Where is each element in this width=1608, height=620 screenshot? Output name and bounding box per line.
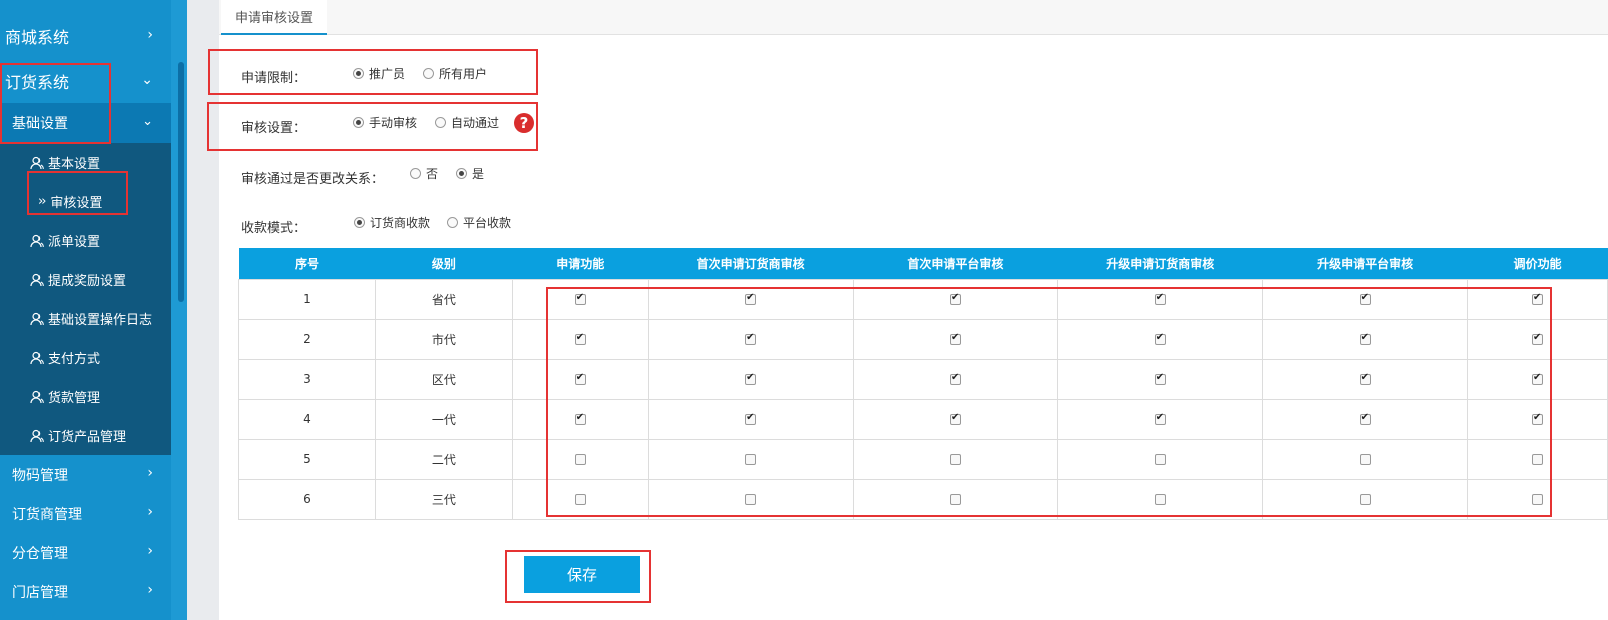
radio-button[interactable]: [447, 217, 458, 228]
sidebar-item-label: 提成奖励设置: [48, 274, 127, 289]
highlight-box: [505, 550, 651, 603]
chevron-right-icon: ›: [147, 582, 153, 598]
level-cell: 二代: [374, 438, 513, 480]
user-icon: [30, 312, 44, 325]
user-icon: [30, 429, 44, 442]
table-header-row: 序号 级别 申请功能 首次申请订货商审核 首次申请平台审核 升级申请订货商审核 …: [238, 248, 1608, 279]
chevron-right-icon: ›: [147, 504, 153, 520]
radio-button[interactable]: [354, 217, 365, 228]
nav-item-store-management[interactable]: 门店管理 ›: [0, 572, 171, 611]
user-icon: [30, 390, 44, 403]
nav-item-label: 分仓管理: [12, 545, 68, 562]
nav-item-label: 商城系统: [5, 28, 70, 47]
user-icon: [30, 273, 44, 286]
sidebar-item-payment[interactable]: 支付方式: [0, 338, 171, 377]
column-header: 首次申请平台审核: [853, 248, 1058, 279]
nav-item-label: 门店管理: [12, 584, 68, 601]
user-icon: [30, 351, 44, 364]
nav-item-mall-system[interactable]: 商城系统 ›: [0, 14, 171, 58]
change-relation-label: 审核通过是否更改关系：: [241, 172, 385, 187]
sidebar-item-label: 订货产品管理: [48, 430, 127, 445]
chevron-down-icon: ⌄: [142, 114, 153, 129]
sidebar-item-label: 基本设置: [48, 157, 101, 172]
radio-button[interactable]: [410, 168, 421, 179]
row-number-cell: 6: [238, 478, 376, 520]
row-number-cell: 2: [238, 318, 376, 360]
row-number-cell: 4: [238, 398, 376, 440]
column-header: 首次申请订货商审核: [648, 248, 854, 279]
change-relation-option-yes[interactable]: 是: [456, 165, 484, 182]
column-header: 序号: [238, 248, 376, 279]
highlight-box: [546, 287, 1552, 517]
sidebar-item-dispatch[interactable]: 派单设置: [0, 221, 171, 260]
sidebar-scrollbar-thumb[interactable]: [178, 62, 184, 302]
change-relation-option-no[interactable]: 否: [410, 165, 438, 182]
column-header: 级别: [375, 248, 513, 279]
tab-bar: 申请审核设置: [219, 0, 1608, 35]
nav-item-label: 物码管理: [12, 467, 68, 484]
level-cell: 省代: [374, 278, 513, 320]
user-icon: [30, 234, 44, 247]
highlight-box: [0, 63, 111, 144]
row-number-cell: 3: [238, 358, 376, 400]
sidebar-item-label: 派单设置: [48, 235, 101, 250]
highlight-box: [208, 49, 538, 95]
chevron-down-icon: ⌄: [141, 72, 153, 88]
level-cell: 区代: [374, 358, 513, 400]
sidebar-item-label: 基础设置操作日志: [48, 313, 153, 328]
nav-item-code-management[interactable]: 物码管理 ›: [0, 455, 171, 494]
option-label: 订货商收款: [370, 216, 431, 230]
option-label: 是: [472, 167, 485, 181]
column-header: 升级申请订货商审核: [1057, 248, 1263, 279]
user-icon: [30, 156, 44, 169]
payment-mode-option-platform[interactable]: 平台收款: [447, 214, 511, 231]
level-cell: 三代: [374, 478, 513, 520]
row-number-cell: 5: [238, 438, 376, 480]
sidebar-item-commission[interactable]: 提成奖励设置: [0, 260, 171, 299]
option-label: 否: [426, 167, 439, 181]
column-header: 调价功能: [1467, 248, 1608, 279]
payment-mode-label: 收款模式：: [241, 221, 307, 236]
sidebar-item-log[interactable]: 基础设置操作日志: [0, 299, 171, 338]
sidebar-item-label: 货款管理: [48, 391, 101, 406]
column-header: 申请功能: [512, 248, 649, 279]
sidebar-item-products[interactable]: 订货产品管理: [0, 416, 171, 455]
level-cell: 市代: [374, 318, 513, 360]
nav-item-label: 订货商管理: [12, 506, 82, 523]
nav-item-dealer-management[interactable]: 订货商管理 ›: [0, 494, 171, 533]
highlight-box: [207, 102, 538, 151]
radio-button[interactable]: [456, 168, 467, 179]
sidebar-item-funds[interactable]: 货款管理: [0, 377, 171, 416]
column-header: 升级申请平台审核: [1262, 248, 1468, 279]
option-label: 平台收款: [463, 216, 512, 230]
sidebar-item-label: 支付方式: [48, 352, 101, 367]
nav-item-warehouse-management[interactable]: 分仓管理 ›: [0, 533, 171, 572]
level-cell: 一代: [374, 398, 513, 440]
payment-mode-option-dealer[interactable]: 订货商收款: [354, 214, 430, 231]
chevron-right-icon: ›: [147, 543, 153, 559]
row-number-cell: 1: [238, 278, 376, 320]
tab-review-settings[interactable]: 申请审核设置: [221, 0, 328, 35]
chevron-right-icon: ›: [147, 27, 153, 43]
chevron-right-icon: ›: [147, 465, 153, 481]
highlight-box: [27, 171, 128, 215]
